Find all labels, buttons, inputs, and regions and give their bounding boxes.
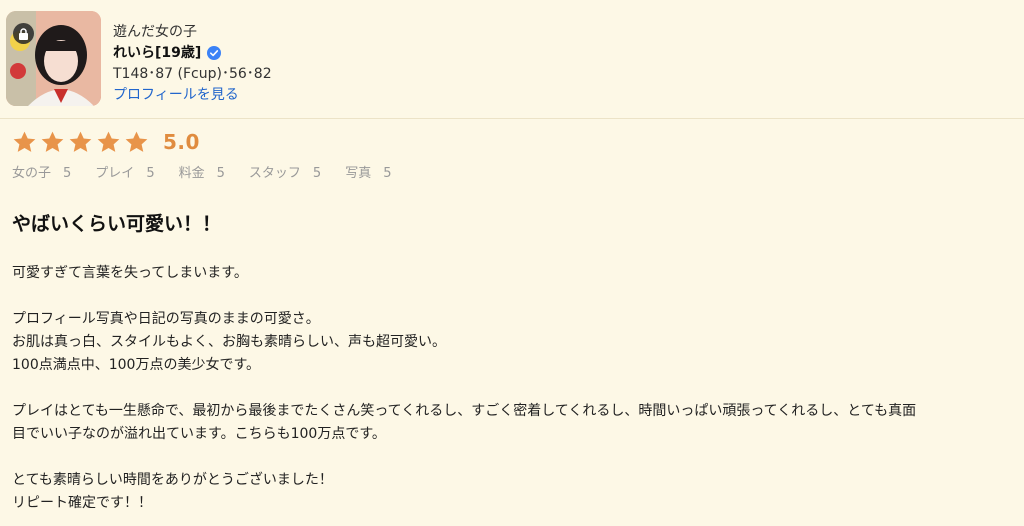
star-icon [69,131,92,152]
reviewer-header: 遊んだ女の子 れいら[19歳] T148･87 (Fcup)･56･82 プロフ… [0,0,1024,118]
subscore-price: 料金 5 [179,165,225,183]
played-girl-label: 遊んだ女の子 [113,24,197,40]
subscore-value: 5 [216,166,225,181]
star-icon [97,131,120,152]
verified-badge-icon [207,46,222,60]
avatar[interactable] [6,11,101,106]
review-body: 可愛すぎて言葉を失ってしまいます。 プロフィール写真や日記の写真のままの可愛さ。… [12,262,1012,515]
subscore-girl: 女の子 5 [12,165,71,183]
subscore-label: プレイ [95,166,135,181]
subscore-value: 5 [146,166,155,181]
divider [0,118,1024,119]
subscores: 女の子 5 プレイ 5 料金 5 スタッフ 5 写真 5 [12,165,415,183]
subscore-staff: スタッフ 5 [249,165,321,183]
subscore-label: 料金 [178,166,205,181]
girl-stats: T148･87 (Fcup)･56･82 [113,66,272,82]
subscore-photo: 写真 5 [345,165,391,183]
review-title: やばいくらい可愛い！！ [12,213,222,235]
review-line: 100点満点中、100万点の美少女です。 [12,357,261,373]
name-row: れいら[19歳] [113,43,272,63]
star-icon [41,131,64,152]
subscore-label: 写真 [345,166,372,181]
subscore-label: 女の子 [12,166,52,181]
review-line: お肌は真っ白、スタイルもよく、お胸も素晴らしい、声も超可愛い。 [12,334,446,350]
reviewer-info: 遊んだ女の子 れいら[19歳] T148･87 (Fcup)･56･82 プロフ… [113,22,272,105]
star-icon [125,131,148,152]
lock-icon [13,23,34,44]
rating-score: 5.0 [163,130,200,154]
review-line: 目でいい子なのが溢れ出ています。こちらも100万点です。 [12,426,386,442]
rating-row: 5.0 [12,128,200,156]
subscore-value: 5 [312,166,322,181]
subscore-value: 5 [383,166,392,181]
subscore-label: スタッフ [248,166,301,181]
view-profile-link[interactable]: プロフィールを見る [113,85,239,105]
review-line: プレイはとても一生懸命で、最初から最後までたくさん笑ってくれるし、すごく密着して… [12,403,917,419]
review-line: とても素晴らしい時間をありがとうございました！ [12,472,333,488]
subscore-value: 5 [63,166,72,181]
review-line: 可愛すぎて言葉を失ってしまいます。 [12,265,248,281]
girl-name[interactable]: れいら[19歳] [113,43,201,63]
subscore-play: プレイ 5 [95,165,154,183]
star-icon [13,131,36,152]
review-line: プロフィール写真や日記の写真のままの可愛さ。 [12,311,320,327]
review-line: リピート確定です！！ [12,495,152,511]
